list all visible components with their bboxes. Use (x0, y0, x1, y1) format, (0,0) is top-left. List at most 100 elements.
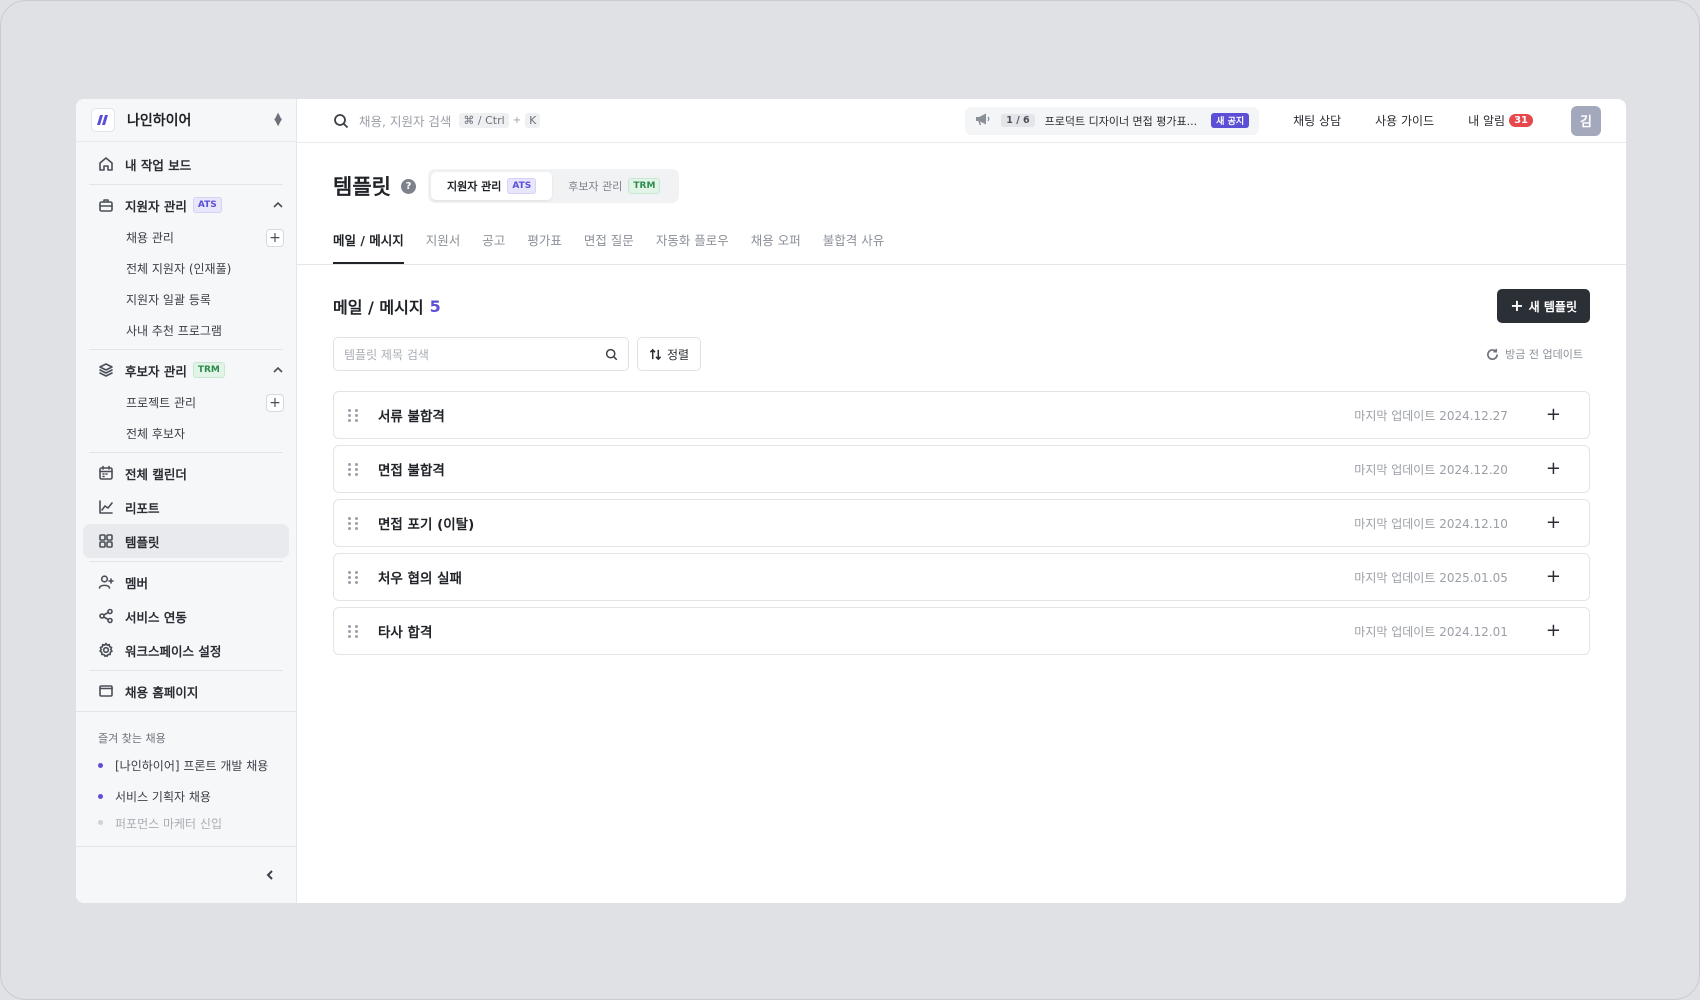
tab-automation-flow[interactable]: 자동화 플로우 (656, 221, 729, 264)
notifications-link[interactable]: 내 알림 31 (1468, 112, 1533, 129)
list-item[interactable]: 처우 협의 실패 마지막 업데이트 2025.01.05 + (333, 553, 1590, 601)
tab-interview-questions[interactable]: 면접 질문 (584, 221, 634, 264)
sidebar-item-calendar[interactable]: 전체 캘린더 (76, 456, 296, 490)
favorite-job-item[interactable]: [나인하이어] 프론트 개발 채용 (76, 750, 296, 781)
sidebar-item-homepage[interactable]: 채용 홈페이지 (76, 674, 296, 708)
grid-icon (98, 533, 114, 549)
search-placeholder: 채용, 지원자 검색 (359, 114, 452, 129)
drag-handle-icon[interactable] (348, 462, 360, 476)
trm-badge: TRM (192, 362, 225, 378)
user-guide-link[interactable]: 사용 가이드 (1375, 112, 1434, 129)
user-plus-icon (98, 574, 114, 590)
updown-chevron-icon: ▲ ▼ (274, 111, 282, 128)
global-search[interactable]: 채용, 지원자 검색 ⌘ / Ctrl + K (333, 111, 541, 130)
tab-application-form[interactable]: 지원서 (426, 221, 461, 264)
sidebar-item-all-applicants[interactable]: 전체 지원자 (인재풀) (76, 253, 296, 284)
sidebar-item-label: 워크스페이스 설정 (125, 643, 222, 659)
sidebar-item-report[interactable]: 리포트 (76, 490, 296, 524)
template-name: 타사 합격 (378, 625, 433, 641)
tab-mail-message[interactable]: 메일 / 메시지 (333, 221, 404, 264)
expand-plus-icon[interactable]: + (1546, 568, 1561, 586)
template-updated: 마지막 업데이트 2024.12.01 (1354, 624, 1508, 639)
list-item[interactable]: 서류 불합격 마지막 업데이트 2024.12.27 + (333, 391, 1590, 439)
segment-trm[interactable]: 후보자 관리 TRM (552, 172, 676, 200)
sidebar-item-label: 내 작업 보드 (125, 157, 192, 173)
section-title: 메일 / 메시지 (333, 298, 424, 317)
divider (89, 452, 283, 453)
sidebar-item-member[interactable]: 멤버 (76, 565, 296, 599)
page-header: 템플릿 ? 지원자 관리 ATS 후보자 관리 TRM 메일 / 메시지 지원서… (297, 143, 1626, 265)
divider (76, 711, 296, 712)
sidebar-item-label: 채용 관리 (126, 231, 174, 245)
plus-icon: + (1510, 296, 1524, 315)
workspace-name: 나인하이어 (127, 113, 192, 129)
drag-handle-icon[interactable] (348, 570, 360, 584)
expand-plus-icon[interactable]: + (1546, 622, 1561, 640)
layers-icon (98, 362, 114, 378)
drag-handle-icon[interactable] (348, 408, 360, 422)
collapse-sidebar-button[interactable] (76, 846, 296, 903)
add-project-button[interactable]: + (266, 393, 284, 412)
favorite-job-label: 퍼포먼스 마케터 신입 (115, 817, 222, 830)
toolbar: 템플릿 제목 검색 정렬 방금 전 업데이트 (333, 337, 1590, 371)
template-search-input[interactable]: 템플릿 제목 검색 (333, 337, 629, 371)
divider (89, 670, 283, 671)
template-updated: 마지막 업데이트 2025.01.05 (1354, 570, 1508, 585)
app-window: 나인하이어 ▲ ▼ 내 작업 보드 지원자 관리 ATS 채용 관리 + 전체 지… (76, 99, 1626, 903)
avatar[interactable]: 김 (1571, 105, 1601, 136)
list-item[interactable]: 타사 합격 마지막 업데이트 2024.12.01 + (333, 607, 1590, 655)
megaphone-icon (975, 112, 991, 130)
segment-label: 후보자 관리 (568, 180, 623, 193)
template-name: 면접 포기 (이탈) (378, 517, 475, 533)
tab-rejection-reason[interactable]: 불합격 사유 (823, 221, 884, 264)
sidebar-item-jobs[interactable]: 채용 관리 + (76, 222, 296, 253)
favorite-job-item[interactable]: 퍼포먼스 마케터 신입 (76, 812, 296, 830)
list-item[interactable]: 면접 포기 (이탈) 마지막 업데이트 2024.12.10 + (333, 499, 1590, 547)
help-icon[interactable]: ? (400, 178, 416, 194)
new-template-button[interactable]: + 새 템플릿 (1497, 289, 1590, 323)
chat-support-link[interactable]: 채팅 상담 (1293, 112, 1341, 129)
drag-handle-icon[interactable] (348, 624, 360, 638)
sidebar-item-template[interactable]: 템플릿 (83, 524, 289, 558)
new-template-label: 새 템플릿 (1528, 299, 1577, 314)
expand-plus-icon[interactable]: + (1546, 406, 1561, 424)
chevron-up-icon[interactable] (272, 364, 284, 376)
section-count: 5 (429, 296, 441, 316)
sidebar-item-label: 지원자 일괄 등록 (126, 293, 211, 307)
sidebar-item-referral[interactable]: 사내 추천 프로그램 (76, 315, 296, 346)
sidebar-item-projects[interactable]: 프로젝트 관리 + (76, 387, 296, 418)
template-name: 서류 불합격 (378, 409, 445, 425)
sidebar-item-settings[interactable]: 워크스페이스 설정 (76, 633, 296, 667)
expand-plus-icon[interactable]: + (1546, 460, 1561, 478)
template-list: 서류 불합격 마지막 업데이트 2024.12.27 + 면접 불합격 마지막 … (333, 391, 1590, 655)
sidebar-item-integration[interactable]: 서비스 연동 (76, 599, 296, 633)
template-updated: 마지막 업데이트 2024.12.27 (1354, 408, 1508, 423)
sidebar-item-label: 리포트 (125, 500, 160, 516)
sidebar-item-all-candidates[interactable]: 전체 후보자 (76, 418, 296, 449)
tab-scorecard[interactable]: 평가표 (527, 221, 562, 264)
expand-plus-icon[interactable]: + (1546, 514, 1561, 532)
favorite-job-label: [나인하이어] 프론트 개발 채용 (115, 759, 269, 773)
workspace-switcher[interactable]: 나인하이어 ▲ ▼ (76, 99, 296, 142)
chevron-up-icon[interactable] (272, 199, 284, 211)
shortcut-plus: + (512, 115, 522, 126)
sort-label: 정렬 (667, 347, 690, 362)
tab-job-offer[interactable]: 채용 오퍼 (751, 221, 801, 264)
briefcase-icon (98, 197, 114, 213)
favorite-job-item[interactable]: 서비스 기획자 채용 (76, 781, 296, 812)
sidebar-item-dashboard[interactable]: 내 작업 보드 (76, 147, 296, 181)
add-job-button[interactable]: + (266, 228, 284, 247)
list-item[interactable]: 면접 불합격 마지막 업데이트 2024.12.20 + (333, 445, 1590, 493)
segment-label: 지원자 관리 (446, 180, 502, 193)
bullet-dot (98, 763, 103, 768)
segment-ats[interactable]: 지원자 관리 ATS (430, 172, 553, 200)
sidebar-item-bulk-register[interactable]: 지원자 일괄 등록 (76, 284, 296, 315)
tab-job-post[interactable]: 공고 (482, 221, 505, 264)
drag-handle-icon[interactable] (348, 516, 360, 530)
sort-button[interactable]: 정렬 (637, 337, 702, 371)
sidebar-item-trm[interactable]: 후보자 관리 TRM (76, 353, 296, 387)
ats-badge: ATS (507, 178, 537, 194)
sidebar-item-ats[interactable]: 지원자 관리 ATS (76, 188, 296, 222)
notice-banner[interactable]: 1 / 6 프로덕트 디자이너 면접 평가표... 새 공지 (965, 106, 1260, 135)
refresh-button[interactable]: 방금 전 업데이트 (1486, 346, 1590, 362)
